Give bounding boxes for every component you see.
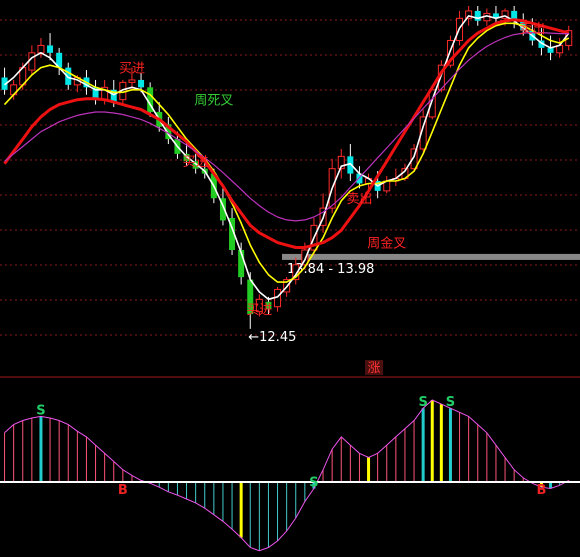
chart-canvas: 13.84 - 13.98 ←12.45买进周死叉买进买进卖出周金叉卖出 涨 S… (0, 6, 580, 552)
candle-body-up (37, 44, 45, 54)
ma-line-2 (3, 22, 570, 283)
candle-body-down (47, 45, 54, 53)
signal-label: 卖出 (519, 22, 545, 37)
price-band-label: 13.84 - 13.98 (287, 262, 374, 277)
histogram-marker: B (118, 483, 128, 498)
indicator-tag-label: 涨 (367, 361, 380, 376)
candle-body-up (28, 52, 36, 71)
histogram-marker: B (536, 483, 546, 498)
histogram-marker: S (446, 395, 455, 410)
histogram-marker: S (309, 476, 318, 491)
low-price-label: ←12.45 (248, 330, 296, 345)
ma-line-4 (4, 31, 569, 222)
price-band (282, 253, 580, 260)
candle-body-down (138, 79, 145, 88)
signal-label: 周死叉 (194, 94, 233, 109)
histogram-marker: S (418, 395, 427, 410)
histogram-marker: S (36, 403, 45, 418)
candles (1, 6, 573, 329)
candle-body-down (474, 10, 481, 21)
signal-label: 买进 (183, 155, 209, 170)
indicator-tag: 涨 (365, 360, 383, 376)
signal-label: 买进 (246, 303, 272, 318)
indicator-histogram: S B S S S B (0, 395, 580, 552)
signal-label: 买进 (119, 62, 145, 77)
signal-label: 周金叉 (367, 236, 406, 252)
candle-body-up (128, 79, 136, 83)
ma-line-3 (3, 18, 570, 249)
signal-label: 卖出 (346, 192, 372, 207)
